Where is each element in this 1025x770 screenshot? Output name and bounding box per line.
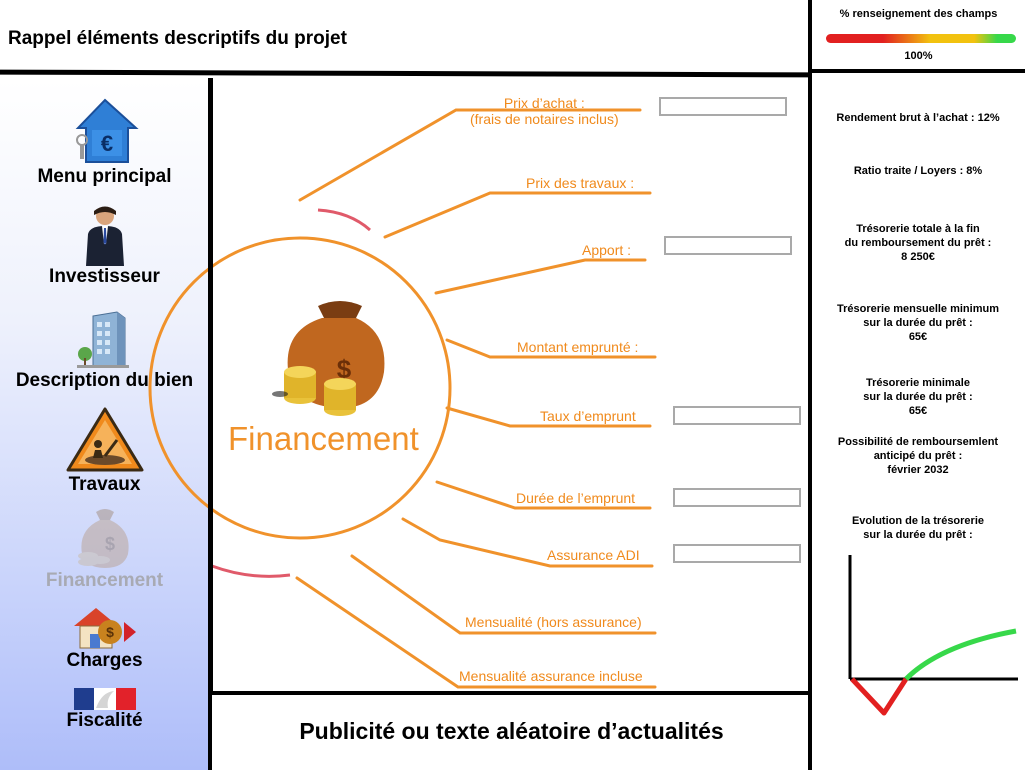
label-taux-emprunt: Taux d’emprunt (540, 408, 636, 424)
sparkline-negative-segment (850, 677, 909, 716)
tresorerie-sparkline (848, 555, 1018, 716)
rendement-brut: Rendement brut à l’achat : 12% (836, 112, 1000, 124)
sparkline-positive-segment (904, 628, 1017, 681)
label-apport: Apport : (582, 242, 632, 258)
label-mensualite-hors-assurance: Mensualité (hors assurance) (465, 614, 642, 630)
evolution-tresorerie-title: Evolution de la trésorerie sur la durée … (851, 515, 985, 541)
label-duree-emprunt: Durée de l’emprunt (516, 490, 636, 506)
diagram-center-title: Financement (228, 420, 419, 457)
taux-emprunt-input[interactable] (673, 406, 801, 425)
tresorerie-mensuelle-minimum: Trésorerie mensuelle minimum sur la duré… (836, 303, 999, 343)
label-prix-travaux: Prix des travaux : (526, 175, 635, 191)
label-montant-emprunte: Montant emprunté : (517, 339, 639, 355)
sidebar-divider-lower (208, 596, 212, 770)
label-mensualite-assurance-incluse: Mensualité assurance incluse (459, 668, 643, 684)
apport-input[interactable] (664, 236, 792, 255)
tresorerie-totale: Trésorerie totale à la fin du remboursem… (844, 223, 992, 263)
remboursement-anticipe: Possibilité de remboursemlent anticipé d… (837, 436, 999, 476)
money-bag-illustration: $ (272, 301, 385, 416)
tresorerie-minimale: Trésorerie minimale sur la durée du prêt… (863, 377, 973, 417)
right-panel-divider (808, 0, 812, 770)
ad-banner-text: Publicité ou texte aléatoire d’actualité… (299, 718, 724, 744)
label-assurance-adi: Assurance ADI (547, 547, 640, 563)
duree-emprunt-input[interactable] (673, 488, 801, 507)
header-divider-right (812, 69, 1025, 73)
assurance-adi-input[interactable] (673, 544, 801, 563)
label-prix-achat: Prix d’achat : (frais de notaires inclus… (470, 95, 619, 127)
footer-divider (212, 691, 810, 695)
ratio-traite-loyers: Ratio traite / Loyers : 8% (853, 165, 983, 177)
prix-achat-input[interactable] (659, 97, 787, 116)
